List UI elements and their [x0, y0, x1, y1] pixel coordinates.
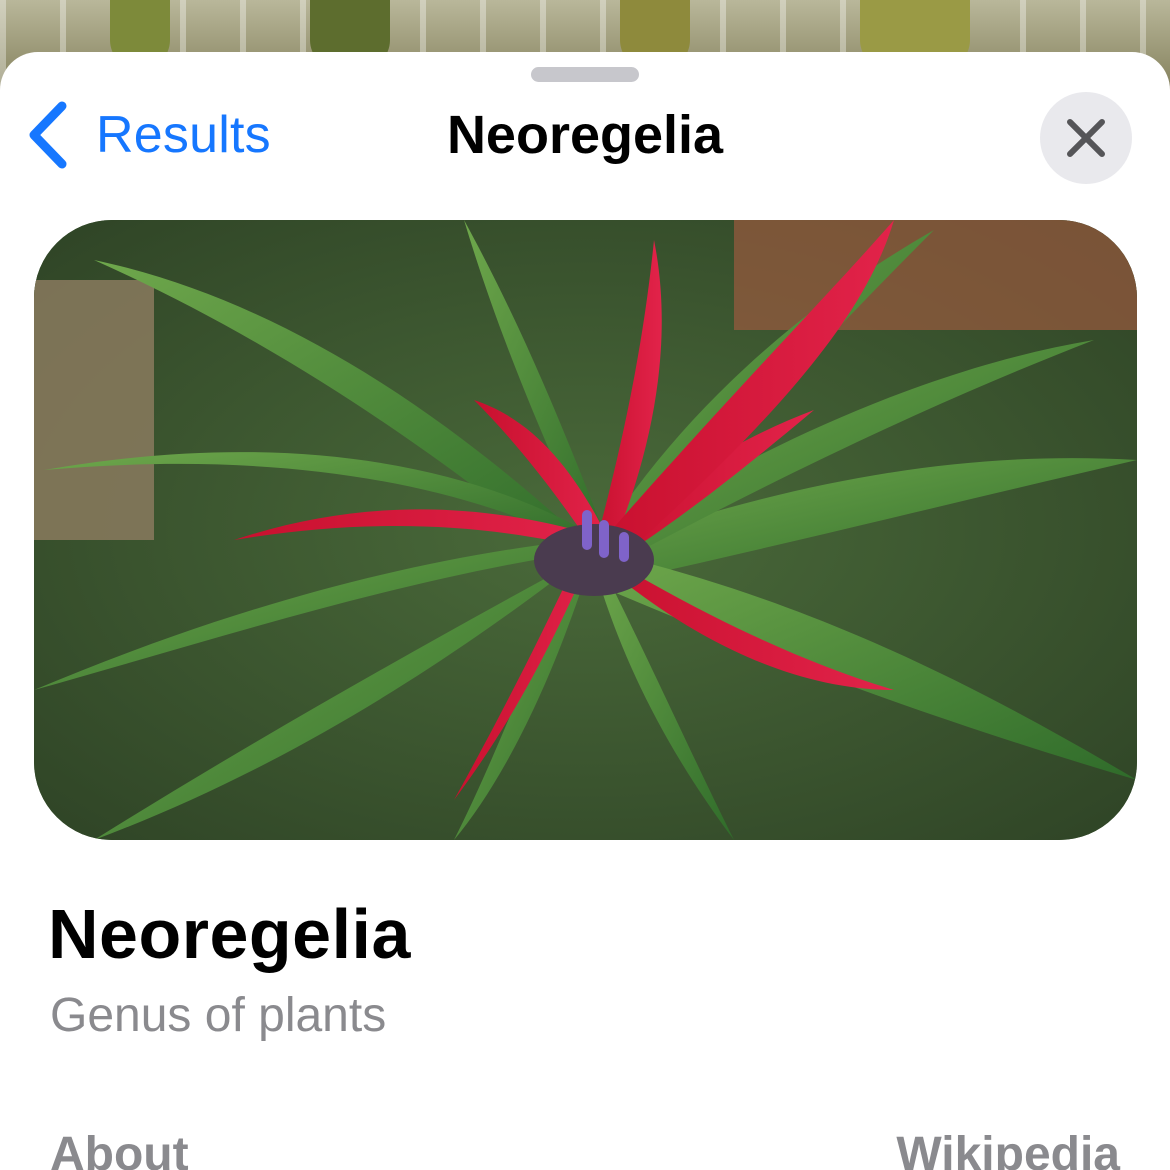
sheet-grabber[interactable]: [531, 67, 639, 82]
back-button[interactable]: Results: [26, 100, 271, 170]
wikipedia-link[interactable]: Wikipedia: [896, 1127, 1120, 1170]
plant-photo-illustration: [34, 220, 1137, 840]
chevron-left-icon: [29, 101, 67, 169]
section-about-label: About: [50, 1128, 189, 1170]
plant-title: Neoregelia: [48, 895, 411, 973]
plant-photo[interactable]: [34, 220, 1137, 840]
close-icon: [1067, 119, 1105, 157]
close-button[interactable]: [1040, 92, 1132, 184]
back-button-label: Results: [96, 106, 271, 164]
plant-subtitle: Genus of plants: [50, 989, 387, 1042]
detail-sheet: Results Neoregelia Neoregelia Genus of p…: [0, 52, 1170, 1170]
